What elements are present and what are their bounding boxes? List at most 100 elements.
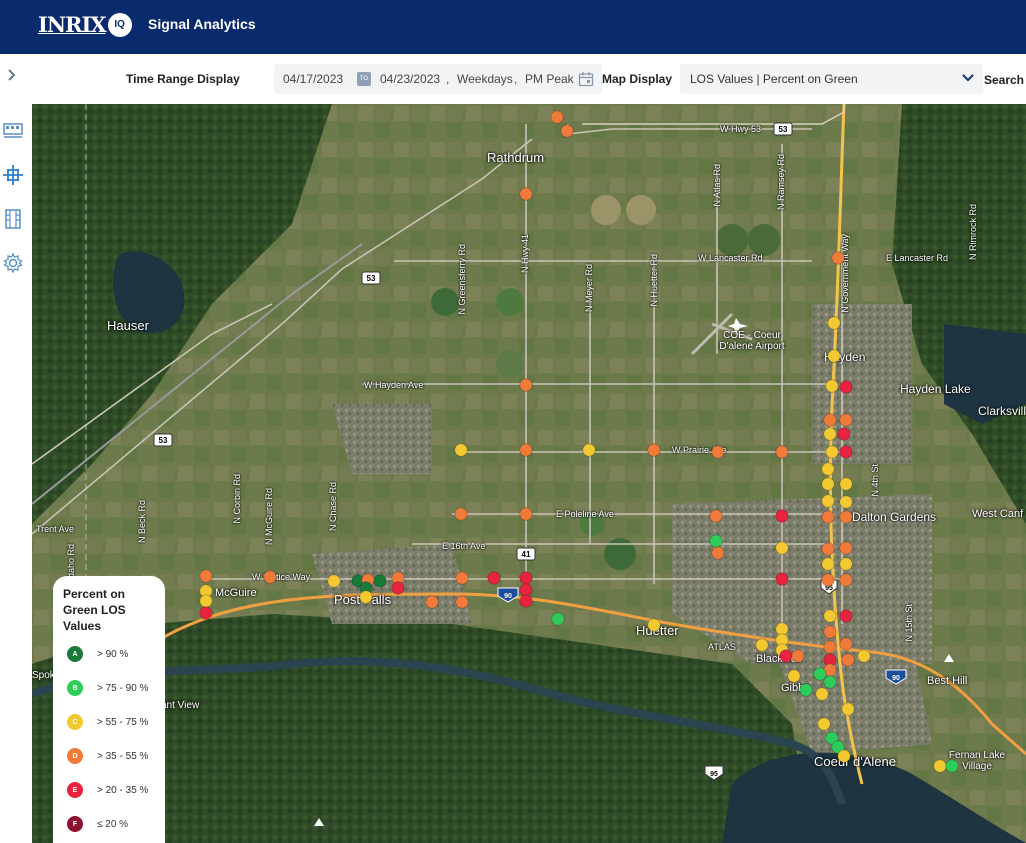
- signal-network-icon[interactable]: [2, 164, 24, 186]
- signal-marker[interactable]: [823, 413, 837, 427]
- signal-marker[interactable]: [519, 443, 533, 457]
- signal-marker[interactable]: [775, 572, 789, 586]
- signal-marker[interactable]: [263, 570, 277, 584]
- signal-marker[interactable]: [779, 649, 793, 663]
- signal-marker[interactable]: [839, 477, 853, 491]
- signal-marker[interactable]: [821, 477, 835, 491]
- date-range-picker[interactable]: 04/17/2023 TO 04/23/2023 , Weekdays , PM…: [274, 64, 602, 94]
- signal-marker[interactable]: [839, 541, 853, 555]
- signal-marker[interactable]: [821, 510, 835, 524]
- signal-marker[interactable]: [560, 124, 574, 138]
- signal-marker[interactable]: [709, 509, 723, 523]
- start-date: 04/17/2023: [283, 72, 344, 86]
- signal-marker[interactable]: [823, 427, 837, 441]
- signal-marker[interactable]: [821, 462, 835, 476]
- signal-marker[interactable]: [519, 507, 533, 521]
- signal-marker[interactable]: [837, 427, 851, 441]
- signal-marker[interactable]: [775, 509, 789, 523]
- signal-marker[interactable]: [199, 594, 213, 608]
- signal-marker[interactable]: [454, 507, 468, 521]
- signal-marker[interactable]: [391, 581, 405, 595]
- signal-marker[interactable]: [519, 583, 533, 597]
- signal-marker[interactable]: [647, 618, 661, 632]
- signal-marker[interactable]: [823, 640, 837, 654]
- signal-marker[interactable]: [551, 612, 565, 626]
- signal-marker[interactable]: [839, 445, 853, 459]
- signal-marker[interactable]: [647, 443, 661, 457]
- signal-marker[interactable]: [823, 625, 837, 639]
- signal-marker[interactable]: [455, 571, 469, 585]
- signal-marker[interactable]: [839, 573, 853, 587]
- signal-marker[interactable]: [817, 717, 831, 731]
- comma-separator: ,: [446, 72, 450, 86]
- signal-marker[interactable]: [709, 534, 723, 548]
- signal-marker[interactable]: [823, 675, 837, 689]
- legend-label: > 35 - 55 %: [97, 750, 149, 762]
- signal-markers-layer[interactable]: [32, 104, 1026, 843]
- signal-marker[interactable]: [839, 609, 853, 623]
- signal-marker[interactable]: [455, 595, 469, 609]
- signal-marker[interactable]: [841, 702, 855, 716]
- signal-marker[interactable]: [839, 495, 853, 509]
- signal-marker[interactable]: [791, 649, 805, 663]
- settings-icon[interactable]: [2, 252, 24, 274]
- signal-marker[interactable]: [519, 594, 533, 608]
- calendar-icon[interactable]: [578, 71, 594, 87]
- top-bar: INRIX IQ Signal Analytics: [0, 0, 1026, 54]
- signal-marker[interactable]: [831, 251, 845, 265]
- satellite-map[interactable]: 53 53 53 41 90 95 90 95 Rathdrum Hauser …: [32, 104, 1026, 843]
- dashboard-icon[interactable]: [2, 120, 24, 142]
- signal-marker[interactable]: [821, 494, 835, 508]
- signal-marker[interactable]: [327, 574, 341, 588]
- signal-marker[interactable]: [519, 571, 533, 585]
- signal-marker[interactable]: [775, 622, 789, 636]
- signal-marker[interactable]: [813, 667, 827, 681]
- signal-marker[interactable]: [839, 510, 853, 524]
- search-button[interactable]: Search: [980, 70, 1024, 90]
- app-title: Signal Analytics: [148, 16, 256, 32]
- signal-marker[interactable]: [775, 541, 789, 555]
- expand-chevron-icon[interactable]: [6, 68, 18, 82]
- signal-marker[interactable]: [839, 557, 853, 571]
- map-display-select[interactable]: LOS Values | Percent on Green: [680, 64, 983, 94]
- signal-marker[interactable]: [799, 683, 813, 697]
- signal-marker[interactable]: [815, 687, 829, 701]
- signal-marker[interactable]: [787, 669, 801, 683]
- signal-marker[interactable]: [827, 349, 841, 363]
- signal-marker[interactable]: [199, 606, 213, 620]
- signal-marker[interactable]: [857, 649, 871, 663]
- report-icon[interactable]: [2, 208, 24, 230]
- signal-marker[interactable]: [839, 637, 853, 651]
- signal-marker[interactable]: [519, 378, 533, 392]
- signal-marker[interactable]: [839, 380, 853, 394]
- inrix-logo[interactable]: INRIX IQ: [38, 12, 132, 37]
- signal-marker[interactable]: [550, 110, 564, 124]
- time-period: PM Peak: [525, 72, 574, 86]
- signal-marker[interactable]: [821, 542, 835, 556]
- signal-marker[interactable]: [827, 316, 841, 330]
- signal-marker[interactable]: [582, 443, 596, 457]
- legend-label: > 55 - 75 %: [97, 716, 149, 728]
- signal-marker[interactable]: [519, 187, 533, 201]
- signal-marker[interactable]: [425, 595, 439, 609]
- signal-marker[interactable]: [825, 445, 839, 459]
- signal-marker[interactable]: [359, 590, 373, 604]
- signal-marker[interactable]: [837, 749, 851, 763]
- signal-marker[interactable]: [487, 571, 501, 585]
- signal-marker[interactable]: [711, 546, 725, 560]
- legend-grade-dot: C: [67, 714, 83, 730]
- signal-marker[interactable]: [821, 557, 835, 571]
- signal-marker[interactable]: [825, 379, 839, 393]
- signal-marker[interactable]: [841, 653, 855, 667]
- signal-marker[interactable]: [945, 759, 959, 773]
- signal-marker[interactable]: [454, 443, 468, 457]
- signal-marker[interactable]: [823, 609, 837, 623]
- signal-marker[interactable]: [839, 413, 853, 427]
- signal-marker[interactable]: [755, 638, 769, 652]
- signal-marker[interactable]: [711, 445, 725, 459]
- signal-marker[interactable]: [933, 759, 947, 773]
- signal-marker[interactable]: [199, 569, 213, 583]
- signal-marker[interactable]: [775, 445, 789, 459]
- signal-marker[interactable]: [373, 574, 387, 588]
- signal-marker[interactable]: [821, 573, 835, 587]
